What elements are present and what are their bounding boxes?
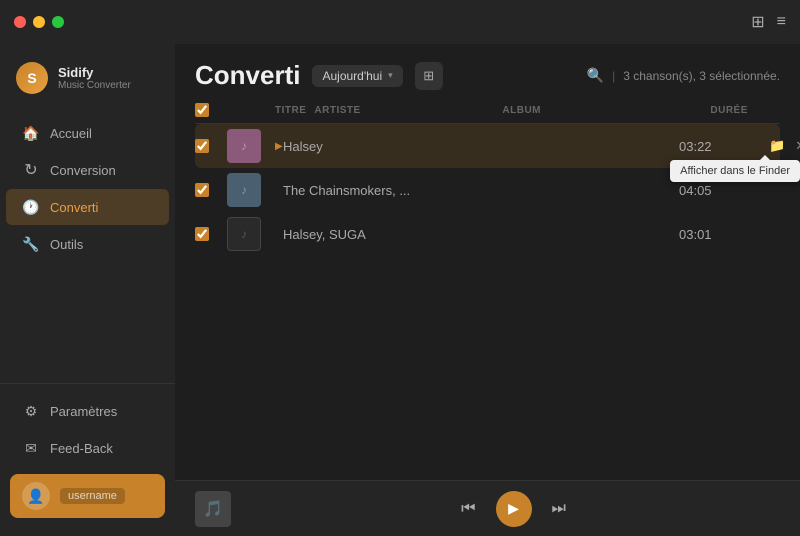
previous-button[interactable]: ⏮ <box>461 500 475 518</box>
clock-icon: 🕐 <box>22 198 40 216</box>
play-icon: ▶ <box>275 141 283 152</box>
next-button[interactable]: ⏭ <box>552 500 566 518</box>
track-actions-1: 📁 ✕ Afficher dans le Finder <box>767 136 800 156</box>
sidebar-label-outils: Outils <box>50 237 83 252</box>
track-checkbox-3[interactable] <box>195 227 209 241</box>
sidebar-nav: 🏠 Accueil ↻ Conversion 🕐 Converti 🔧 Outi… <box>0 110 175 383</box>
sidebar-bottom: ⚙ Paramètres ✉ Feed-Back 👤 username <box>0 383 175 526</box>
col-titre: TITRE <box>275 105 306 116</box>
sidebar-label-accueil: Accueil <box>50 126 92 141</box>
conversion-icon: ↻ <box>22 161 40 179</box>
menu-icon[interactable]: ≡ <box>777 13 786 31</box>
sidebar-item-converti[interactable]: 🕐 Converti <box>6 189 169 225</box>
app-subtitle: Music Converter <box>58 80 131 91</box>
track-thumbnail-2: ♪ <box>227 173 261 207</box>
divider: | <box>612 69 615 83</box>
sidebar-item-accueil[interactable]: 🏠 Accueil <box>6 115 169 151</box>
user-avatar: 👤 <box>22 482 50 510</box>
close-icon[interactable]: ✕ <box>793 136 800 156</box>
app-logo: S Sidify Music Converter <box>0 54 175 110</box>
search-icon[interactable]: 🔍 <box>587 67 604 84</box>
sidebar-item-outils[interactable]: 🔧 Outils <box>6 226 169 262</box>
track-thumbnail-3: ♪ <box>227 217 261 251</box>
track-artist-3: Halsey, SUGA <box>283 227 463 242</box>
grid-view-icon[interactable]: ⊞ <box>751 12 764 32</box>
sidebar-label-feedback: Feed-Back <box>50 441 113 456</box>
track-checkbox-2[interactable] <box>195 183 209 197</box>
player-art: 🎵 <box>195 491 231 527</box>
tools-icon: 🔧 <box>22 235 40 253</box>
track-table: TITRE ARTISTE ALBUM DURÉE ♪ ▶ Without Me… <box>175 91 800 480</box>
track-thumbnail-1: ♪ <box>227 129 261 163</box>
col-album: ALBUM <box>502 105 702 116</box>
track-artist-2: The Chainsmokers, ... <box>283 183 463 198</box>
table-row[interactable]: ♪ Lilith (feat. SUGA of BTS) (Dia... Hal… <box>195 212 780 256</box>
header-right: 🔍 | 3 chanson(s), 3 sélectionnée. <box>587 67 780 84</box>
status-text: 3 chanson(s), 3 sélectionnée. <box>623 69 780 83</box>
user-name: username <box>60 488 125 504</box>
chevron-down-icon: ▾ <box>388 70 393 81</box>
col-artiste: ARTISTE <box>314 105 494 116</box>
music-note-icon: 🎵 <box>203 499 223 519</box>
close-button[interactable] <box>14 16 26 28</box>
sidebar-item-feedback[interactable]: ✉ Feed-Back <box>6 430 169 466</box>
track-duration-3: 03:01 <box>679 227 759 242</box>
mail-icon: ✉ <box>22 439 40 457</box>
date-filter-label: Aujourd'hui <box>322 69 382 83</box>
home-icon: 🏠 <box>22 124 40 142</box>
folder-icon[interactable]: 📁 <box>767 136 787 156</box>
main-content: Converti Aujourd'hui ▾ ⊞ 🔍 | 3 chanson(s… <box>175 44 800 536</box>
track-checkbox-1[interactable] <box>195 139 209 153</box>
titlebar: ⊞ ≡ <box>0 0 800 44</box>
table-header: TITRE ARTISTE ALBUM DURÉE <box>195 99 780 124</box>
track-artist-1: Halsey <box>283 139 463 154</box>
page-title: Converti <box>195 60 300 91</box>
app-body: S Sidify Music Converter 🏠 Accueil ↻ Con… <box>0 44 800 536</box>
sidebar-item-conversion[interactable]: ↻ Conversion <box>6 152 169 188</box>
date-filter-dropdown[interactable]: Aujourd'hui ▾ <box>312 65 402 87</box>
logo-text: Sidify Music Converter <box>58 65 131 91</box>
play-pause-button[interactable]: ▶ <box>496 491 532 527</box>
grid-toggle-button[interactable]: ⊞ <box>415 62 443 90</box>
col-duree: DURÉE <box>710 105 790 116</box>
player-bar: 🎵 ⏮ ▶ ⏭ <box>175 480 800 536</box>
sidebar-label-conversion: Conversion <box>50 163 116 178</box>
user-card[interactable]: 👤 username <box>10 474 165 518</box>
select-all-checkbox[interactable] <box>195 103 209 117</box>
app-name: Sidify <box>58 65 131 80</box>
sidebar-item-parametres[interactable]: ⚙ Paramètres <box>6 393 169 429</box>
sidebar-label-parametres: Paramètres <box>50 404 117 419</box>
titlebar-right: ⊞ ≡ <box>751 12 786 32</box>
player-controls: ⏮ ▶ ⏭ <box>461 491 566 527</box>
grid-icon: ⊞ <box>423 68 434 84</box>
maximize-button[interactable] <box>52 16 64 28</box>
finder-tooltip: Afficher dans le Finder <box>670 160 800 182</box>
content-header: Converti Aujourd'hui ▾ ⊞ 🔍 | 3 chanson(s… <box>175 44 800 91</box>
track-duration-1: 03:22 <box>679 139 759 154</box>
sidebar-label-converti: Converti <box>50 200 98 215</box>
table-row[interactable]: ♪ ▶ Without Me Halsey 03:22 📁 ✕ Afficher… <box>195 124 780 168</box>
track-duration-2: 04:05 <box>679 183 759 198</box>
logo-avatar: S <box>16 62 48 94</box>
settings-icon: ⚙ <box>22 402 40 420</box>
minimize-button[interactable] <box>33 16 45 28</box>
sidebar: S Sidify Music Converter 🏠 Accueil ↻ Con… <box>0 44 175 536</box>
traffic-lights <box>14 16 64 28</box>
